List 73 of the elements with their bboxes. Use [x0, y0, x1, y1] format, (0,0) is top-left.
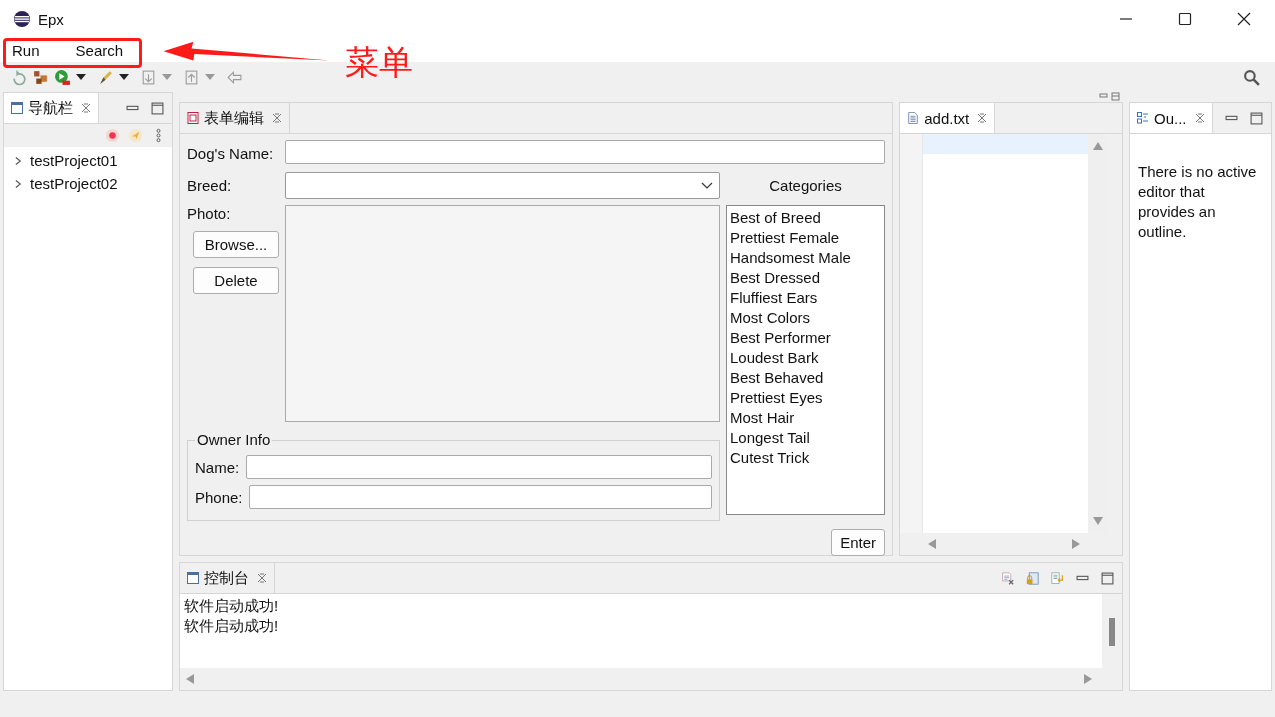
scroll-right-icon[interactable] [1072, 539, 1080, 549]
field-label: Photo: [187, 205, 231, 222]
list-item[interactable]: Fluffiest Ears [730, 288, 881, 308]
list-title: Categories [768, 177, 843, 194]
chevron-down-icon [701, 181, 713, 190]
restore-icon[interactable] [1099, 92, 1121, 102]
chevron-icon[interactable] [15, 178, 22, 189]
back-arrow-icon[interactable] [226, 68, 243, 86]
view-tab[interactable]: Ou... [1130, 103, 1213, 133]
input-field[interactable] [246, 455, 712, 479]
field-label: Name: [195, 458, 241, 476]
enter-button[interactable]: Enter [831, 529, 885, 556]
grid-icon[interactable] [32, 68, 49, 86]
refresh-icon[interactable] [10, 68, 27, 86]
menu-item[interactable]: Run [12, 41, 40, 59]
document-icon[interactable] [183, 68, 200, 86]
button[interactable]: Browse... [193, 231, 279, 258]
document-icon [907, 112, 920, 124]
window-icon [11, 102, 23, 114]
list-item[interactable]: Most Hair [730, 408, 881, 428]
button[interactable]: Delete [193, 267, 279, 294]
menu-item[interactable]: Search [75, 41, 124, 59]
scroll-right-icon[interactable] [1084, 674, 1092, 684]
scrollbar-thumb[interactable] [1109, 618, 1115, 646]
list-item[interactable]: Loudest Bark [730, 348, 881, 368]
field-label: Breed: [187, 177, 233, 194]
list-item[interactable]: Handsomest Male [730, 248, 881, 268]
list-item[interactable]: Longest Tail [730, 428, 881, 448]
scroll-left-icon[interactable] [186, 674, 194, 684]
tree-item[interactable]: testProject02 [4, 172, 172, 195]
group-title: Owner Info [195, 431, 273, 448]
annotation-label: 菜单 [345, 42, 413, 83]
field-label: Phone: [195, 488, 243, 506]
outline-message: There is no active editor that provides an outline. [1138, 162, 1258, 242]
list-item[interactable]: Best Performer [730, 328, 881, 348]
window-title: Epx [38, 10, 64, 28]
scroll-down-icon[interactable] [1093, 517, 1103, 525]
list-box[interactable]: Best of Breed Prettiest Female Handsomest Male Best Dressed Fluffiest Ears Most Colors Best Performer Loudest Bark Best Behaved Prettiest Eyes Most Hair Longest Tail Cutest Trick [726, 205, 885, 515]
window-icon [187, 572, 199, 584]
caret-icon[interactable] [76, 74, 86, 80]
field-label: Dog's Name: [187, 144, 275, 162]
close-icon[interactable] [1237, 12, 1251, 26]
lock-icon[interactable] [1026, 571, 1039, 585]
input-field[interactable] [248, 485, 712, 509]
list-item[interactable]: Best Behaved [730, 368, 881, 388]
list-item[interactable]: Prettiest Eyes [730, 388, 881, 408]
scroll-left-icon[interactable] [928, 539, 937, 549]
chevron-icon[interactable] [15, 155, 22, 166]
input-field[interactable] [285, 140, 885, 164]
app-logo-icon [13, 10, 31, 28]
console-line: 软件启动成功! [184, 596, 280, 616]
tree-item[interactable]: testProject01 [4, 149, 172, 172]
scroll-up-icon[interactable] [1093, 142, 1103, 150]
collapse-icon[interactable] [105, 128, 120, 143]
list-item[interactable]: Cutest Trick [730, 448, 881, 468]
list-item[interactable]: Prettiest Female [730, 228, 881, 248]
editor-tab[interactable]: add.txt [900, 103, 996, 133]
console-line: 软件启动成功! [184, 616, 280, 636]
run-icon[interactable] [54, 68, 71, 86]
search-icon[interactable] [1243, 68, 1260, 86]
outline-icon [1137, 112, 1149, 124]
list-item[interactable]: Best Dressed [730, 268, 881, 288]
view-tab[interactable]: 导航栏 [4, 93, 99, 123]
word-wrap-icon[interactable] [1051, 571, 1064, 585]
form-icon [187, 112, 199, 124]
clear-console-icon[interactable] [1001, 571, 1014, 585]
brush-icon[interactable] [97, 68, 114, 86]
list-item[interactable]: Most Colors [730, 308, 881, 328]
list-item[interactable]: Best of Breed [730, 208, 881, 228]
caret-icon[interactable] [119, 74, 129, 80]
maximize-icon[interactable] [1178, 12, 1192, 26]
dropdown[interactable] [285, 172, 720, 199]
document-icon[interactable] [140, 68, 157, 86]
